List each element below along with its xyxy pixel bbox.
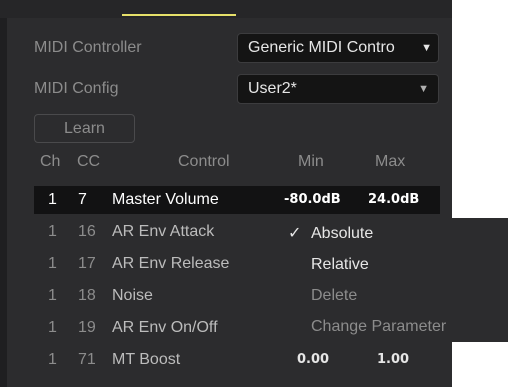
menu-item-absolute[interactable]: ✓ Absolute [280, 218, 508, 249]
menu-item-label: Absolute [311, 225, 374, 242]
menu-item-label: Relative [311, 256, 369, 273]
row-cc-number: 16 [78, 223, 96, 240]
active-tab-indicator [122, 14, 236, 16]
column-header-ch[interactable]: Ch [40, 152, 60, 172]
row-cc-number: 17 [78, 255, 96, 272]
row-max-value[interactable]: 24.0dB [368, 186, 419, 214]
row-max-value[interactable]: 1.00 [377, 346, 409, 374]
mode-context-menu: ✓ Absolute Relative Delete Change Parame… [280, 218, 508, 342]
midi-controller-dropdown[interactable]: Generic MIDI Contro ▼ [237, 33, 439, 63]
midi-config-dropdown[interactable]: User2* ▼ [237, 74, 439, 104]
column-header-max[interactable]: Max [375, 152, 405, 172]
column-header-min[interactable]: Min [298, 152, 324, 172]
menu-item-relative[interactable]: Relative [280, 249, 508, 280]
learn-button[interactable]: Learn [34, 114, 135, 143]
menu-item-label: Delete [311, 287, 358, 304]
menu-item-change-parameter[interactable]: Change Parameter [280, 311, 508, 342]
chevron-down-icon: ▼ [418, 83, 429, 95]
table-row[interactable]: 1 7 Master Volume -80.0dB 24.0dB [34, 186, 440, 214]
midi-controller-value: Generic MIDI Contro [248, 39, 395, 56]
check-icon: ✓ [288, 225, 302, 242]
row-channel: 1 [48, 287, 57, 304]
table-row[interactable]: 1 71 MT Boost 0.00 1.00 [34, 346, 440, 374]
row-channel: 1 [48, 191, 57, 208]
midi-config-label: MIDI Config [34, 80, 119, 97]
panel-left-edge [0, 0, 7, 387]
row-control-name: AR Env Release [112, 255, 230, 272]
menu-item-delete[interactable]: Delete [280, 280, 508, 311]
row-channel: 1 [48, 351, 57, 368]
row-control-name: AR Env Attack [112, 223, 215, 240]
row-control-name: MT Boost [112, 351, 181, 368]
row-min-value[interactable]: -80.0dB [284, 186, 341, 214]
menu-item-label: Change Parameter [311, 318, 447, 335]
row-channel: 1 [48, 255, 57, 272]
row-cc-number: 18 [78, 287, 96, 304]
chevron-down-icon: ▼ [421, 42, 432, 54]
row-control-name: Master Volume [112, 191, 219, 208]
midi-config-value: User2* [248, 80, 297, 97]
screenshot-stage: MIDI Controller Generic MIDI Contro ▼ MI… [0, 0, 508, 387]
midi-controller-label: MIDI Controller [34, 39, 142, 56]
row-min-value[interactable]: 0.00 [297, 346, 329, 374]
row-cc-number: 7 [78, 191, 87, 208]
row-cc-number: 71 [78, 351, 96, 368]
column-header-cc[interactable]: CC [77, 152, 100, 172]
row-channel: 1 [48, 319, 57, 336]
row-cc-number: 19 [78, 319, 96, 336]
row-control-name: Noise [112, 287, 153, 304]
row-control-name: AR Env On/Off [112, 319, 218, 336]
row-channel: 1 [48, 223, 57, 240]
column-header-control[interactable]: Control [178, 152, 230, 172]
